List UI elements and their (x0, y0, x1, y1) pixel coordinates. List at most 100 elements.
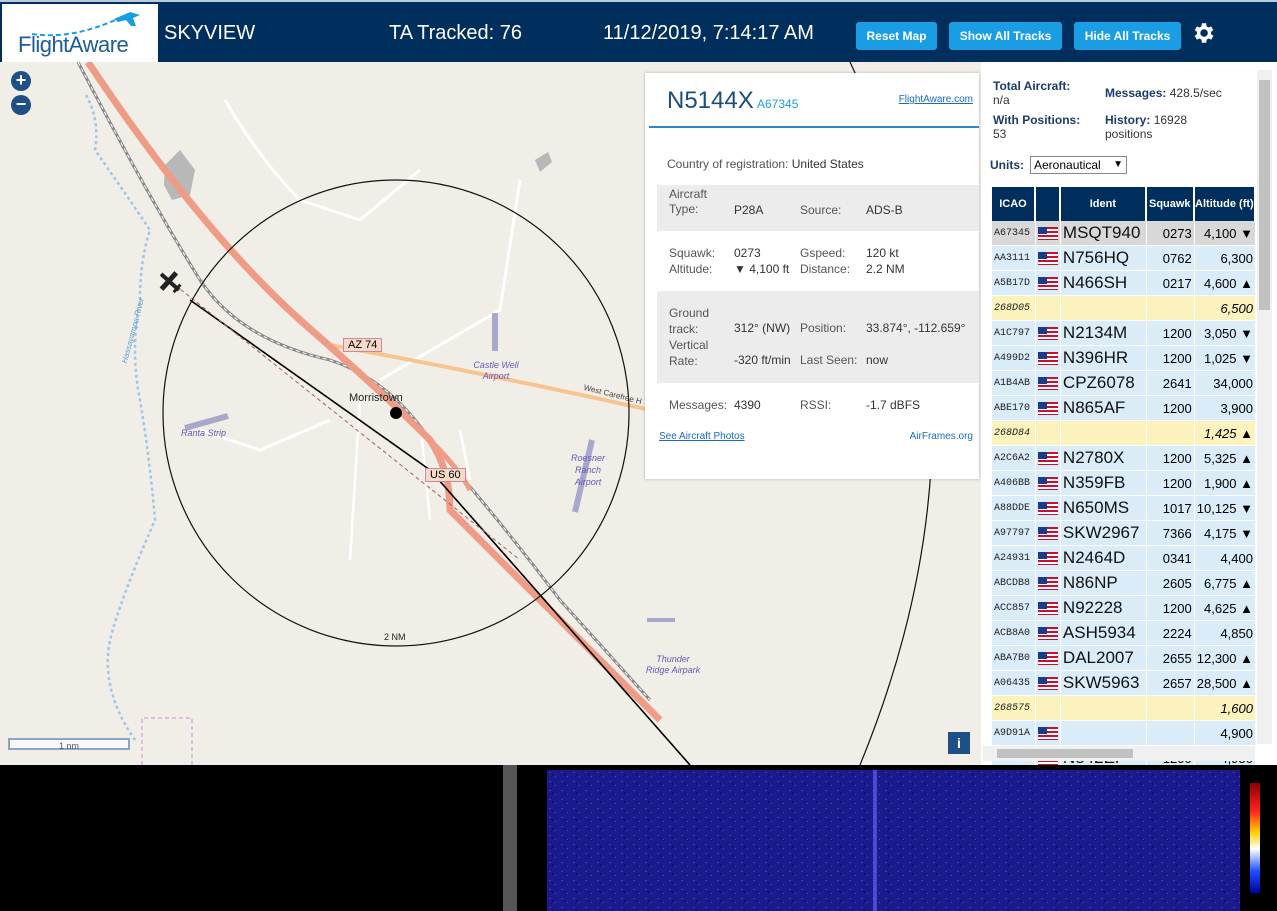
us-flag-icon (1037, 677, 1058, 691)
squawk-cell (1146, 721, 1194, 746)
aircraft-row[interactable]: A97797 SKW2967 7366 4,175 ▼ (992, 521, 1255, 546)
aircraft-row[interactable]: ACB8A0 ASH5934 2224 4,850 (992, 621, 1255, 646)
altitude-cell: 4,900 (1194, 721, 1255, 746)
us-flag-icon (1037, 402, 1058, 416)
color-scale (1250, 783, 1260, 893)
country-label: Country of registration: (667, 157, 789, 171)
units-value: Aeronautical (1034, 158, 1101, 172)
squawk-cell: 1200 (1146, 396, 1194, 421)
altitude-label: Altitude: (669, 262, 713, 276)
col-ident[interactable]: Ident (1060, 187, 1146, 221)
history-stat: History: 16928 positions (1105, 113, 1188, 141)
ident-cell (1060, 696, 1146, 721)
icao-cell: ACB8A0 (992, 621, 1035, 646)
aircraft-row[interactable]: A2C6A2 N2780X 1200 5,325 ▲ (992, 446, 1255, 471)
aircraft-row[interactable]: A406BB N359FB 1200 1,900 ▲ (992, 471, 1255, 496)
reset-map-button[interactable]: Reset Map (856, 22, 937, 50)
ground-track-value: 312° (NW) (734, 321, 791, 335)
aircraft-row[interactable]: ABCDB8 N86NP 2605 6,775 ▲ (992, 571, 1255, 596)
us-flag-icon (1037, 352, 1058, 366)
ident-cell: SKW2967 (1060, 521, 1146, 546)
ranta-strip-label: Ranta Strip (181, 428, 227, 438)
aircraft-row[interactable]: A499D2 N396HR 1200 1,025 ▼ (992, 346, 1255, 371)
aircraft-row[interactable]: A5B17D N466SH 0217 4,600 ▲ (992, 271, 1255, 296)
altitude-cell: 3,050 ▼ (1194, 321, 1255, 346)
vertical-scrollbar[interactable] (1257, 70, 1272, 744)
aircraft-row[interactable]: A1C797 N2134M 1200 3,050 ▼ (992, 321, 1255, 346)
dashed-track (174, 284, 521, 561)
position-value: 33.874°, -112.659° (866, 321, 966, 335)
units-select[interactable]: Aeronautical ▼ (1030, 156, 1127, 174)
flag-cell (1035, 571, 1060, 596)
castle-well-airport-label: Castle Well Airport (473, 360, 519, 381)
thunder-ridge-label: Thunder Ridge Airpark (645, 654, 701, 675)
panel-divider[interactable] (503, 765, 517, 911)
aircraft-row[interactable]: ABE170 N865AF 1200 3,900 (992, 396, 1255, 421)
horizontal-scrollbar[interactable] (983, 746, 1255, 761)
total-aircraft-stat: Total Aircraft: n/a (993, 79, 1071, 107)
airframes-link[interactable]: AirFrames.org (910, 431, 973, 442)
show-all-tracks-button[interactable]: Show All Tracks (949, 22, 1062, 50)
ident-cell: N86NP (1060, 571, 1146, 596)
aircraft-table: ICAO Ident Squawk Altitude (ft) A67345 MS… (991, 187, 1256, 771)
ident-cell: N2464D (1060, 546, 1146, 571)
icao-cell: A9D91A (992, 721, 1035, 746)
ident-cell (1060, 721, 1146, 746)
hide-all-tracks-button[interactable]: Hide All Tracks (1074, 22, 1181, 50)
aircraft-row[interactable]: 268D84 1,425 ▲ (992, 421, 1255, 446)
aircraft-row[interactable]: A24931 N2464D 0341 4,400 (992, 546, 1255, 571)
aircraft-row[interactable]: ACC857 N92228 1200 4,625 ▲ (992, 596, 1255, 621)
aircraft-row[interactable]: 268575 1,600 (992, 696, 1255, 721)
icao-cell: ABCDB8 (992, 571, 1035, 596)
col-icao[interactable]: ICAO (992, 187, 1035, 221)
aircraft-row[interactable]: ABA7B0 DAL2007 2655 12,300 ▲ (992, 646, 1255, 671)
altitude-cell: 4,100 ▼ (1194, 221, 1255, 246)
icao-cell: A1C797 (992, 321, 1035, 346)
flag-cell (1035, 321, 1060, 346)
aircraft-row[interactable]: A67345 MSQT940 0273 4,100 ▼ (992, 221, 1255, 246)
flag-cell (1035, 471, 1060, 496)
col-squawk[interactable]: Squawk (1146, 187, 1194, 221)
col-flag[interactable] (1035, 187, 1060, 221)
distance-value: 2.2 NM (866, 262, 905, 276)
flag-cell (1035, 696, 1060, 721)
flightaware-link[interactable]: FlightAware.com (899, 94, 973, 105)
aircraft-row[interactable]: A9D91A 4,900 (992, 721, 1255, 746)
flag-cell (1035, 596, 1060, 621)
gear-icon[interactable] (1190, 20, 1216, 46)
flag-cell (1035, 646, 1060, 671)
aircraft-row[interactable]: AA3111 N756HQ 0762 6,300 (992, 246, 1255, 271)
flightaware-logo[interactable]: FlightAware (2, 4, 158, 62)
icao-cell: A499D2 (992, 346, 1035, 371)
vertical-rate-value: -320 ft/min (734, 353, 791, 367)
flag-cell (1035, 396, 1060, 421)
us-flag-icon (1037, 552, 1058, 566)
last-seen-label: Last Seen: (800, 353, 858, 367)
flag-cell (1035, 621, 1060, 646)
icao-cell: A97797 (992, 521, 1035, 546)
us60-shield: US 60 (425, 468, 466, 482)
last-seen-value: now (866, 353, 889, 367)
zoom-in-button[interactable]: + (11, 71, 31, 91)
scrollbar-thumb[interactable] (997, 749, 1133, 758)
aircraft-row[interactable]: 268D05 6,500 (992, 296, 1255, 321)
ident-cell: SKW5963 (1060, 671, 1146, 696)
morristown-label: Morristown (349, 392, 403, 404)
flag-cell (1035, 271, 1060, 296)
altitude-cell: 1,600 (1194, 696, 1255, 721)
scrollbar-thumb[interactable] (1259, 80, 1270, 310)
attribution-info-button[interactable]: i (948, 732, 970, 754)
aircraft-row[interactable]: A1B4AB CPZ6078 2641 34,000 (992, 371, 1255, 396)
selected-hex[interactable]: A67345 (757, 97, 798, 111)
aircraft-row[interactable]: A88DDE N650MS 1017 10,125 ▼ (992, 496, 1255, 521)
aircraft-photos-link[interactable]: See Aircraft Photos (659, 431, 745, 442)
us-flag-icon (1037, 277, 1058, 291)
zoom-out-button[interactable]: − (11, 95, 31, 115)
ident-cell: N92228 (1060, 596, 1146, 621)
aircraft-row[interactable]: A06435 SKW5963 2657 28,500 ▲ (992, 671, 1255, 696)
col-altitude[interactable]: Altitude (ft) (1194, 187, 1255, 221)
squawk-cell: 0273 (1146, 221, 1194, 246)
with-positions-stat: With Positions: 53 (993, 113, 1081, 141)
squawk-cell (1146, 296, 1194, 321)
altitude-cell: 1,900 ▲ (1194, 471, 1255, 496)
